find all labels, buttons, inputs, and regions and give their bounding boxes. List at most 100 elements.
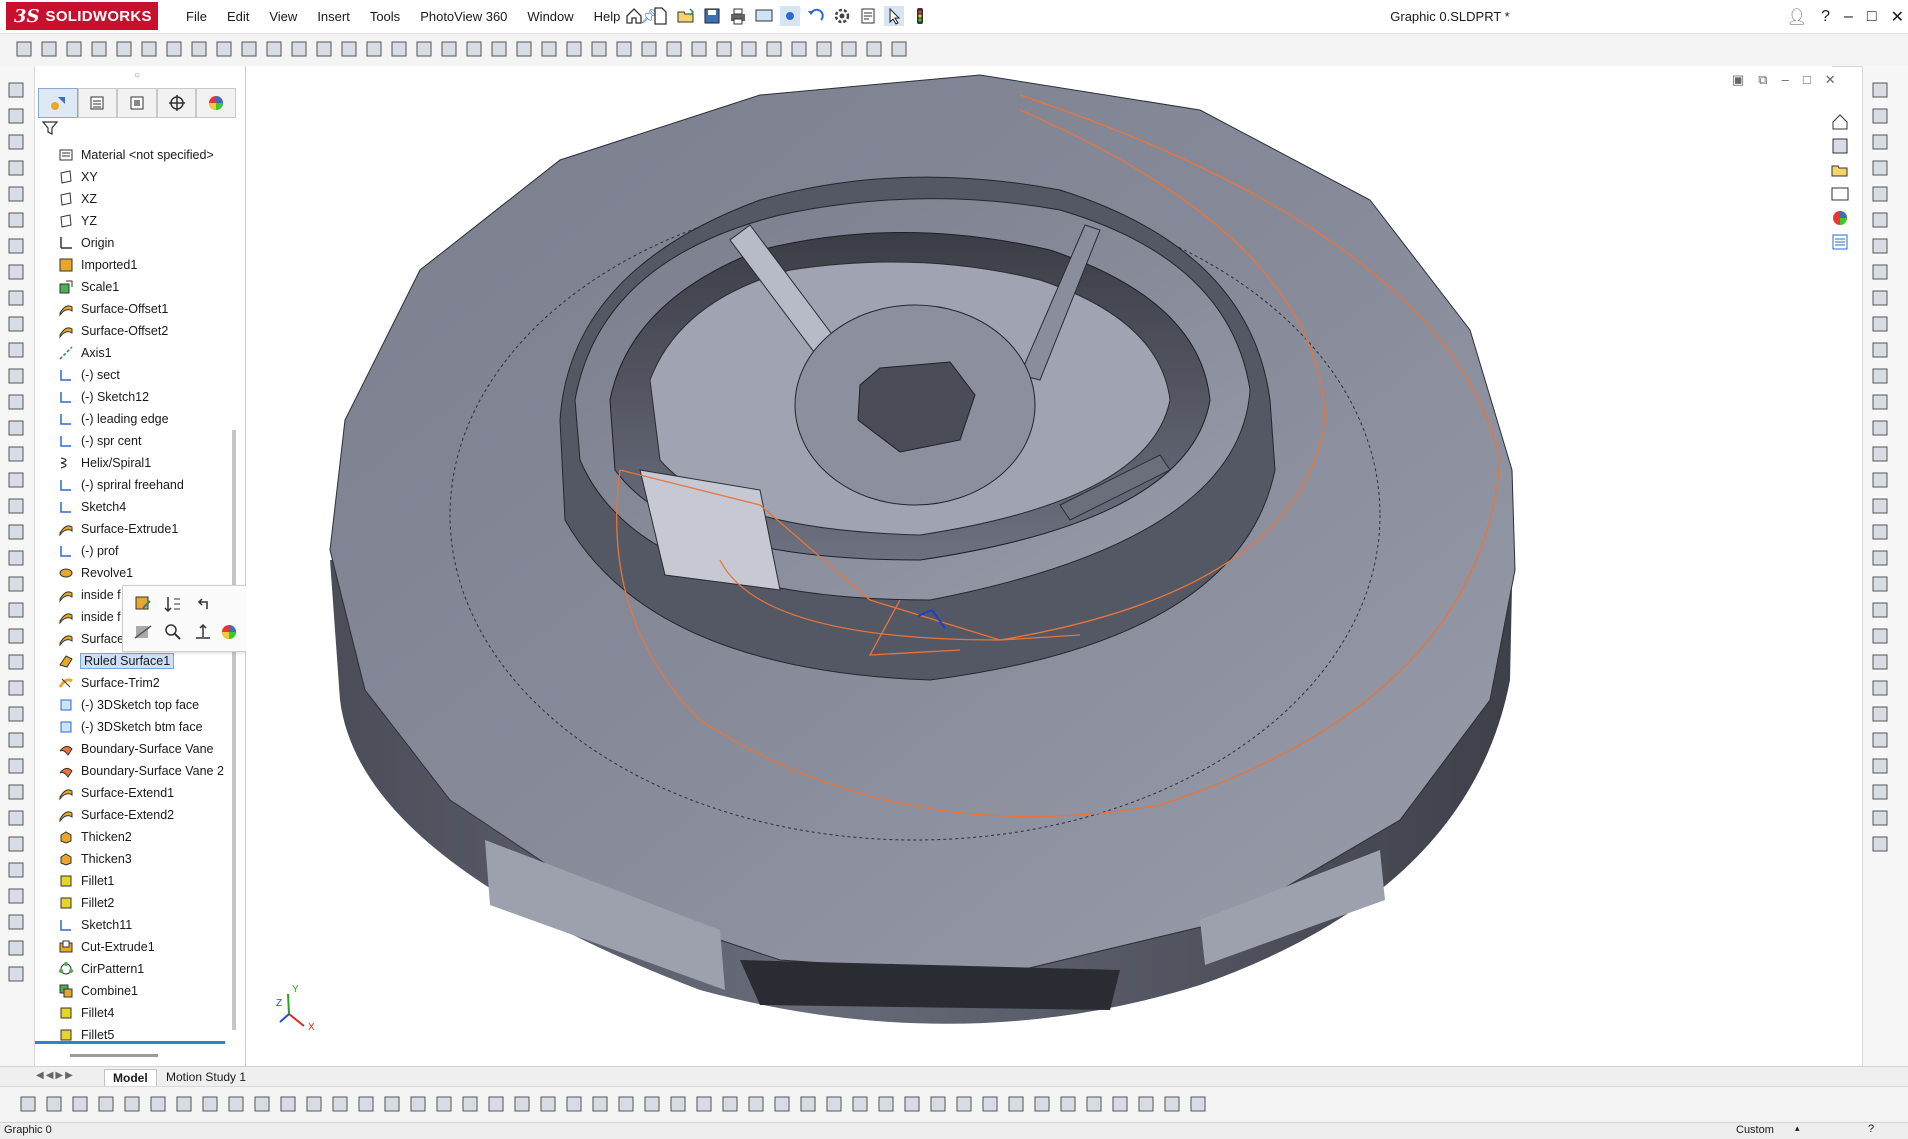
save-icon[interactable]	[702, 6, 722, 26]
feature-tree-item[interactable]: Combine1	[58, 980, 244, 1002]
draft-feature-icon[interactable]	[330, 1094, 350, 1114]
options-icon[interactable]	[264, 39, 284, 59]
traffic-light-icon[interactable]	[910, 6, 930, 26]
menu-insert[interactable]: Insert	[307, 9, 360, 24]
menu-view[interactable]: View	[259, 9, 307, 24]
maximize-button[interactable]: □	[1867, 8, 1877, 26]
feature-tree-item[interactable]: Sketch4	[58, 496, 244, 518]
sketch-block-icon[interactable]	[1870, 678, 1890, 698]
normal-to-icon[interactable]	[193, 622, 213, 645]
instant3d-icon[interactable]	[6, 626, 26, 646]
minimize-button[interactable]: –	[1844, 8, 1853, 26]
line-format-icon[interactable]	[1162, 1094, 1182, 1114]
restore-view-icon[interactable]: ⧉	[1758, 72, 1767, 88]
sketch-zebra-icon[interactable]	[1870, 782, 1890, 802]
rib-feature-icon[interactable]	[304, 1094, 324, 1114]
sketch-text-icon[interactable]	[1870, 574, 1890, 594]
sketch-spline-icon[interactable]	[1870, 314, 1890, 334]
sketch-polygon-icon[interactable]	[1870, 262, 1890, 282]
section-view-icon[interactable]	[489, 39, 509, 59]
status-units[interactable]: Custom	[1736, 1124, 1774, 1136]
spline-bottom-icon[interactable]	[694, 1094, 714, 1114]
home-icon[interactable]	[624, 6, 644, 26]
sweep-feature-icon[interactable]	[70, 1094, 90, 1114]
feature-tree-item[interactable]: (-) prof	[58, 540, 244, 562]
sketch-select-icon[interactable]	[1870, 80, 1890, 100]
loft-icon[interactable]	[6, 158, 26, 178]
hole-table-icon[interactable]	[1032, 1094, 1052, 1114]
file-properties-icon[interactable]	[858, 6, 878, 26]
block-icon[interactable]	[1006, 1094, 1026, 1114]
feature-tree-hscrollbar[interactable]	[70, 1054, 158, 1057]
suppress-icon[interactable]	[133, 622, 153, 645]
feature-tree-item[interactable]: Fillet1	[58, 870, 244, 892]
feature-tree-item[interactable]: Origin	[58, 232, 244, 254]
units-chevron-icon[interactable]: ▴	[1795, 1123, 1800, 1134]
sheet-metal-icon[interactable]	[6, 704, 26, 724]
left-view-icon[interactable]	[364, 39, 384, 59]
surface-finish-icon[interactable]	[954, 1094, 974, 1114]
file-explorer-icon[interactable]	[1830, 160, 1860, 182]
arc-bottom-icon[interactable]	[668, 1094, 688, 1114]
curves-icon[interactable]	[6, 574, 26, 594]
relation-bottom-icon[interactable]	[772, 1094, 792, 1114]
split-feature-icon[interactable]	[486, 1094, 506, 1114]
indent-feature-icon[interactable]	[460, 1094, 480, 1114]
wrap-feature-icon[interactable]	[382, 1094, 402, 1114]
extrude-boss-icon[interactable]	[6, 80, 26, 100]
feature-tree-item[interactable]: Boundary-Surface Vane	[58, 738, 244, 760]
help-icon[interactable]: ?	[1821, 8, 1830, 26]
mold-tools-icon[interactable]	[6, 756, 26, 776]
sketch-ellipse-icon[interactable]	[1870, 340, 1890, 360]
cartoon-icon[interactable]	[789, 39, 809, 59]
sketch-mirror-icon[interactable]	[1870, 444, 1890, 464]
cut-feature-icon[interactable]	[148, 1094, 168, 1114]
lights-icon[interactable]	[864, 39, 884, 59]
options-gear-icon[interactable]	[832, 6, 852, 26]
graphics-area[interactable]: ▣ ⧉ – □ ✕ Y X Z	[246, 66, 1836, 1064]
feature-tree-item[interactable]: (-) sect	[58, 364, 244, 386]
impeller-model-view[interactable]	[246, 66, 1832, 1064]
sketch-bottom-icon[interactable]	[590, 1094, 610, 1114]
edit-feature-icon[interactable]	[133, 594, 153, 617]
feature-tree-item[interactable]: Ruled Surface1	[58, 650, 244, 672]
feature-tree-item[interactable]: Surface-Extrude1	[58, 518, 244, 540]
custom-properties-icon[interactable]	[1830, 232, 1860, 254]
feature-tree-item[interactable]: XZ	[58, 188, 244, 210]
open-icon[interactable]	[676, 6, 696, 26]
feature-tree-item[interactable]: (-) Sketch12	[58, 386, 244, 408]
sketch-point-icon[interactable]	[1870, 158, 1890, 178]
screen-capture-icon[interactable]	[754, 6, 774, 26]
fillet-cmd-icon[interactable]	[6, 340, 26, 360]
sketch-picture-icon[interactable]	[1870, 704, 1890, 724]
hidden-lines-icon[interactable]	[689, 39, 709, 59]
intersect-feature-icon[interactable]	[564, 1094, 584, 1114]
circle-icon[interactable]	[6, 938, 26, 958]
sketch-slot-icon[interactable]	[1870, 366, 1890, 386]
rib-icon[interactable]	[6, 418, 26, 438]
make-drawing-icon[interactable]	[89, 39, 109, 59]
task-pane-home-icon[interactable]	[1830, 112, 1860, 134]
help-status-icon[interactable]: ?	[1868, 1123, 1874, 1135]
boundary-icon[interactable]	[6, 184, 26, 204]
wireframe-icon[interactable]	[664, 39, 684, 59]
perspective-icon[interactable]	[739, 39, 759, 59]
appearances-icon[interactable]	[1830, 208, 1860, 230]
intersect-icon[interactable]	[6, 522, 26, 542]
title-block-icon[interactable]	[1110, 1094, 1130, 1114]
back-view-icon[interactable]	[339, 39, 359, 59]
shell-feature-icon[interactable]	[278, 1094, 298, 1114]
realview-icon[interactable]	[839, 39, 859, 59]
sketch-more-icon[interactable]	[1870, 834, 1890, 854]
deform-feature-icon[interactable]	[434, 1094, 454, 1114]
feature-tree-item[interactable]: Cut-Extrude1	[58, 936, 244, 958]
select-cmd-icon[interactable]	[189, 39, 209, 59]
sketch-extend-icon[interactable]	[1870, 496, 1890, 516]
wrap-icon[interactable]	[6, 496, 26, 516]
feature-tree-item[interactable]: Thicken2	[58, 826, 244, 848]
dome-feature-icon[interactable]	[356, 1094, 376, 1114]
sweep-icon[interactable]	[6, 132, 26, 152]
weldments-icon[interactable]	[6, 730, 26, 750]
feature-tree-item[interactable]: Sketch11	[58, 914, 244, 936]
undo-icon[interactable]	[806, 6, 826, 26]
